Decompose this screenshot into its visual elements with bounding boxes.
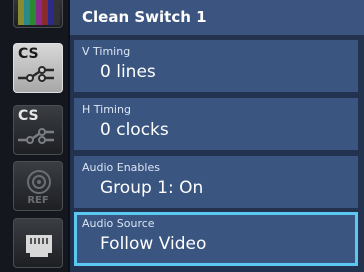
switch-icon	[18, 66, 54, 82]
clean-switch-2-button[interactable]: CS	[13, 105, 63, 155]
audio-source-value: Follow Video	[100, 234, 207, 254]
color-bars-button[interactable]	[13, 0, 63, 28]
audio-enables-label: Audio Enables	[82, 161, 160, 174]
h-timing-value: 0 clocks	[100, 120, 169, 140]
page-title: Clean Switch 1	[82, 8, 207, 26]
audio-enables-field[interactable]: Audio Enables Group 1: On	[74, 156, 358, 208]
panel-header: Clean Switch 1	[70, 0, 364, 35]
audio-source-field[interactable]: Audio Source Follow Video	[74, 212, 358, 266]
audio-source-label: Audio Source	[82, 217, 155, 230]
reference-button[interactable]: REF	[13, 161, 63, 211]
reference-label: REF	[27, 195, 49, 206]
v-timing-value: 0 lines	[100, 62, 156, 82]
color-bars-icon	[18, 0, 60, 25]
audio-enables-value: Group 1: On	[100, 178, 204, 198]
v-timing-label: V Timing	[82, 45, 131, 58]
main-panel: Clean Switch 1 V Timing 0 lines H Timing…	[70, 0, 364, 272]
v-timing-field[interactable]: V Timing 0 lines	[74, 40, 358, 92]
h-timing-label: H Timing	[82, 103, 131, 116]
sidebar: CS CS REF	[0, 0, 68, 272]
ethernet-port-icon	[26, 235, 52, 257]
h-timing-field[interactable]: H Timing 0 clocks	[74, 98, 358, 150]
switch-icon	[18, 128, 54, 144]
network-button[interactable]	[13, 218, 63, 268]
clean-switch-1-button[interactable]: CS	[13, 43, 63, 93]
